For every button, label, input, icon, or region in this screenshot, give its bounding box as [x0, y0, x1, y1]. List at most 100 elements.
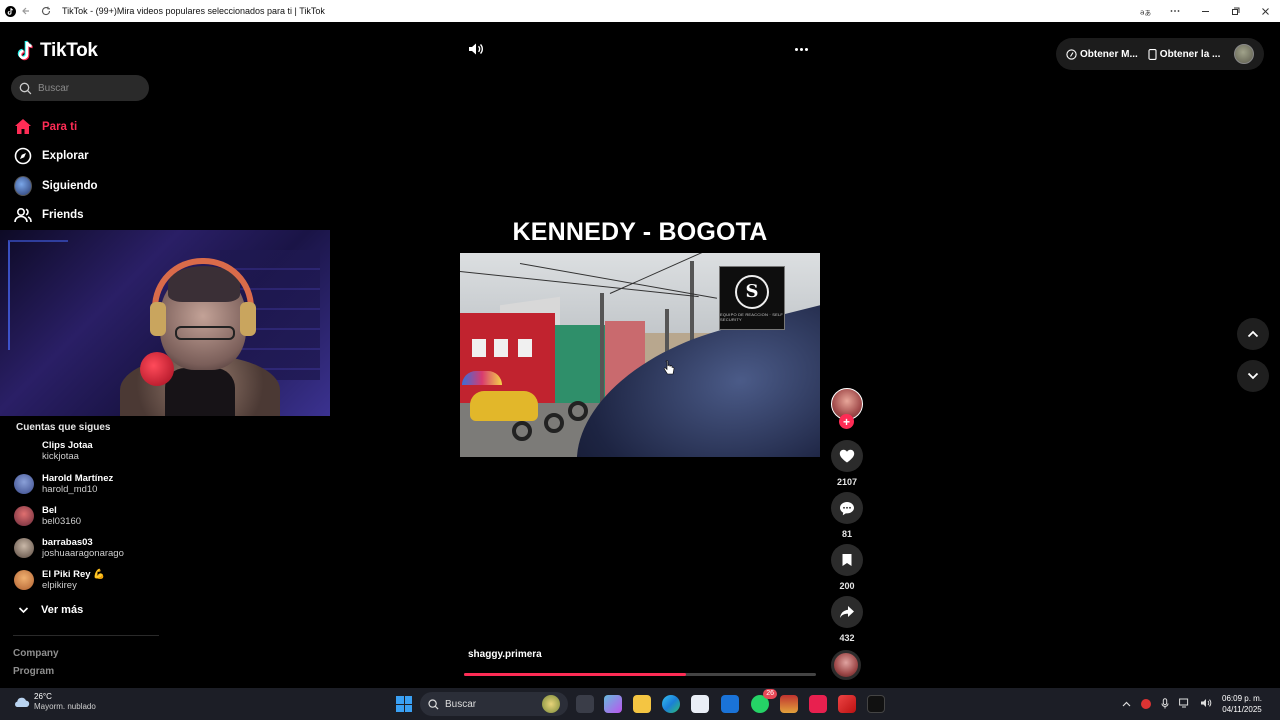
maximize-button[interactable] [1220, 0, 1250, 22]
game-icon[interactable] [780, 695, 798, 713]
video-player[interactable]: S EQUIPO DE REACCION · SELF SECURITY [460, 253, 820, 457]
nav-label: Friends [42, 209, 84, 222]
account-handle: harold_md10 [42, 484, 98, 495]
file-explorer-icon[interactable] [633, 695, 651, 713]
watermark-badge: S EQUIPO DE REACCION · SELF SECURITY [719, 266, 785, 330]
nav-item-para-ti[interactable]: Para ti [14, 112, 98, 142]
back-icon[interactable] [16, 0, 36, 22]
video-progress-bar[interactable] [464, 673, 816, 676]
copilot-icon[interactable] [604, 695, 622, 713]
get-coins-button[interactable]: Obtener M... [1066, 49, 1138, 60]
avatar [14, 570, 34, 590]
chevron-up-icon[interactable] [1122, 699, 1131, 709]
nav-item-friends[interactable]: Friends [14, 201, 98, 231]
tiktok-app-icon[interactable] [809, 695, 827, 713]
account-name: El Piki Rey 💪 [42, 569, 105, 580]
tiktok-logo-icon [17, 40, 33, 61]
tf-app-icon[interactable] [838, 695, 856, 713]
system-tray [1122, 688, 1212, 720]
next-video-button[interactable] [1237, 360, 1269, 392]
task-view-icon[interactable] [576, 695, 594, 713]
store-icon[interactable] [691, 695, 709, 713]
account-name-text: El Piki Rey [42, 569, 91, 580]
nav-item-explorar[interactable]: Explorar [14, 142, 98, 172]
search-icon [428, 698, 439, 710]
window-title: TikTok - (99+)Mira videos populares sele… [62, 6, 325, 16]
close-button[interactable] [1250, 0, 1280, 22]
footer-link-program[interactable]: Program [13, 666, 54, 677]
see-more-label: Ver más [41, 604, 84, 616]
nav-label: Explorar [42, 150, 89, 163]
main-nav: Para ti Explorar Siguiendo Friends [14, 112, 98, 230]
heart-icon [839, 449, 855, 463]
search-icon [19, 82, 32, 94]
window-titlebar: TikTok - (99+)Mira videos populares sele… [0, 0, 1280, 22]
chevron-up-icon [1247, 330, 1259, 338]
follow-button[interactable]: + [839, 414, 854, 429]
progress-fill [464, 673, 686, 676]
weather-temp: 26°C [34, 692, 52, 701]
minimize-button[interactable] [1190, 0, 1220, 22]
tiktok-tab-icon [4, 5, 16, 17]
search-input[interactable] [38, 82, 138, 94]
translate-icon[interactable]: aあ [1130, 0, 1160, 22]
weather-desc: Mayorm. nublado [34, 702, 96, 711]
following-account[interactable]: Clips Jotaa kickjotaa [14, 440, 93, 462]
footer-link-company[interactable]: Company [13, 648, 59, 659]
following-avatar [14, 175, 32, 196]
outlook-icon[interactable] [721, 695, 739, 713]
hand-cursor-icon [663, 360, 675, 375]
save-button[interactable]: 200 [831, 544, 863, 591]
avatar [14, 474, 34, 494]
windows-start-button[interactable] [396, 696, 412, 712]
more-options-button[interactable] [790, 40, 812, 58]
account-handle: kickjotaa [42, 451, 79, 462]
menu-dots-icon[interactable] [1160, 0, 1190, 22]
music-disc-avatar[interactable] [831, 650, 861, 680]
system-clock[interactable]: 06:09 p. m. 04/11/2025 [1222, 693, 1262, 715]
nav-item-siguiendo[interactable]: Siguiendo [14, 171, 98, 201]
watermark-text: EQUIPO DE REACCION · SELF SECURITY [720, 311, 784, 322]
see-more-button[interactable]: Ver más [18, 604, 83, 616]
volume-button[interactable] [466, 40, 486, 58]
coin-icon [1066, 48, 1077, 60]
tiktok-app: TikTok Para ti Explorar Siguiendo [0, 22, 1280, 688]
search-highlight-icon [542, 695, 560, 713]
microphone-icon[interactable] [1161, 697, 1169, 711]
following-account[interactable]: barrabas03 joshuaaragonarago [14, 537, 124, 559]
account-handle: bel03160 [42, 516, 82, 527]
divider [13, 635, 159, 636]
comment-icon [840, 501, 854, 515]
get-app-button[interactable]: Obtener la ... [1148, 49, 1220, 60]
volume-icon[interactable] [1200, 698, 1212, 710]
tiktok-logo[interactable]: TikTok [16, 40, 98, 62]
tiktok-active-icon[interactable] [867, 695, 885, 713]
following-account[interactable]: El Piki Rey 💪 elpikirey [14, 569, 105, 591]
edge-icon[interactable] [662, 695, 680, 713]
profile-avatar[interactable] [1234, 44, 1255, 64]
avatar [14, 538, 34, 558]
following-account[interactable]: Bel bel03160 [14, 505, 81, 527]
whatsapp-icon[interactable]: 26 [751, 689, 777, 713]
following-account[interactable]: Harold Martínez harold_md10 [14, 473, 113, 495]
search-box[interactable] [11, 75, 149, 101]
get-coins-label: Obtener M... [1080, 48, 1138, 60]
taskbar-search[interactable]: Buscar [420, 692, 568, 716]
refresh-icon[interactable] [36, 0, 56, 22]
whatsapp-badge: 26 [763, 689, 777, 699]
like-button[interactable]: 2107 [831, 440, 863, 487]
flexed-arm-icon: 💪 [93, 569, 106, 580]
account-name: Bel [42, 505, 57, 516]
video-author[interactable]: shaggy.primera [468, 649, 542, 660]
comment-button[interactable]: 81 [831, 492, 863, 539]
like-count: 2107 [836, 477, 858, 487]
app-tray-icon[interactable] [1141, 699, 1151, 709]
dot [799, 47, 803, 51]
account-handle: elpikirey [42, 580, 77, 591]
share-button[interactable]: 432 [831, 596, 863, 643]
clock-date: 04/11/2025 [1222, 705, 1262, 714]
weather-widget[interactable]: 26°C Mayorm. nublado [12, 692, 96, 712]
network-icon[interactable] [1179, 698, 1190, 710]
svg-text:あ: あ [1144, 9, 1150, 17]
previous-video-button[interactable] [1237, 318, 1269, 350]
